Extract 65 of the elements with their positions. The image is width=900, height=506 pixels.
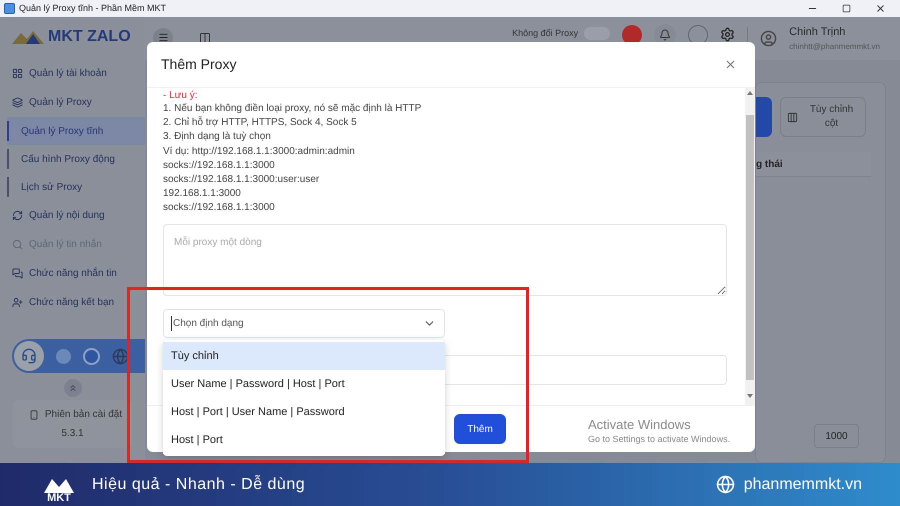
version-number: 5.3.1: [61, 427, 84, 441]
note-line: socks://192.168.1.1:3000: [163, 158, 276, 173]
version-label: Phiên bản cài đặt: [44, 408, 122, 422]
user-name: Chinh Trịnh: [789, 25, 846, 40]
proxy-toggle-label: Không đổi Proxy: [512, 26, 578, 40]
dropdown-option[interactable]: Tùy chỉnh: [163, 342, 445, 370]
sidebar-subitem[interactable]: Cấu hình Proxy động: [9, 152, 115, 166]
add-button[interactable]: Thêm: [454, 414, 506, 444]
note-line: socks://192.168.1.1:3000: [163, 201, 276, 216]
proxy-textarea[interactable]: Mỗi proxy một dòng: [163, 224, 727, 296]
user-avatar-icon: [760, 30, 778, 47]
mountain-logo-icon: [12, 30, 44, 44]
dialog-title: Thêm Proxy: [161, 55, 236, 74]
grid-icon: [12, 68, 23, 79]
maximize-icon[interactable]: [842, 4, 851, 13]
window-title: Quản lý Proxy tĩnh - Phần Mềm MKT: [19, 4, 166, 13]
menu-icon: [158, 32, 168, 43]
chevrons-up-icon: [68, 383, 78, 393]
scrollbar[interactable]: [745, 88, 755, 405]
columns-icon[interactable]: [199, 32, 211, 44]
dropdown-option[interactable]: User Name | Password | Host | Port: [163, 370, 445, 398]
website-link[interactable]: phanmemmkt.vn: [744, 472, 862, 496]
bell-icon[interactable]: [659, 28, 672, 40]
settings-icon[interactable]: [720, 27, 736, 42]
chat-icon: [12, 268, 23, 279]
app-icon: [4, 3, 15, 14]
note-heading: - Lưu ý:: [163, 89, 198, 102]
sidebar-item[interactable]: Quản lý Proxy: [0, 88, 145, 117]
sidebar-item[interactable]: Quản lý tài khoản: [0, 59, 145, 88]
page-size-field[interactable]: 1000: [814, 424, 859, 448]
sidebar-subitem[interactable]: Lịch sử Proxy: [9, 180, 82, 194]
note-line: Ví dụ: http://192.168.1.1:3000:admin:admin: [163, 144, 356, 159]
user-email: chinhtt@phanmemmkt.vn: [789, 40, 880, 53]
globe-icon: [716, 475, 735, 494]
slogan: Hiệu quả - Nhanh - Dễ dùng: [92, 474, 306, 494]
arrows-icon: [12, 210, 23, 221]
customize-columns-button[interactable]: Tùy chỉnh cột: [780, 97, 866, 137]
activation-subtitle: Go to Settings to activate Windows.: [588, 433, 730, 445]
primary-button[interactable]: [756, 97, 772, 137]
note-line: 2. Chỉ hỗ trợ HTTP, HTTPS, Sock 4, Sock 5: [163, 116, 358, 130]
mkt-logo: MKT: [38, 466, 80, 504]
columns-icon: [787, 112, 798, 122]
format-select[interactable]: Chọn định dạng: [163, 308, 445, 338]
mountain-logo-icon: [44, 476, 74, 492]
close-icon[interactable]: [875, 3, 886, 14]
search-icon: [12, 239, 23, 250]
device-icon: [28, 410, 39, 420]
note-line: 192.168.1.1:3000: [163, 187, 242, 202]
note-line: 3. Định dạng là tuỳ chọn: [163, 130, 272, 144]
globe-icon[interactable]: [112, 348, 129, 364]
headset-icon: [21, 348, 37, 364]
collapse-button[interactable]: [64, 379, 82, 397]
user-plus-icon: [12, 297, 23, 308]
note-line: socks://192.168.1.1:3000:user:user: [163, 173, 320, 188]
activation-title: Activate Windows: [588, 417, 692, 433]
sidebar-item[interactable]: Chức năng nhắn tin: [0, 259, 145, 288]
note-line: 1. Nếu bạn không điền loại proxy, nó sẽ mặc định là HTTP: [163, 102, 422, 116]
support-button[interactable]: [14, 341, 44, 371]
dropdown-option[interactable]: Host | Port | User Name | Password: [163, 398, 445, 426]
layers-icon: [12, 97, 23, 108]
sidebar-item[interactable]: Quản lý nội dung: [0, 201, 145, 230]
app-logo: MKT ZALO: [48, 27, 131, 47]
dropdown-option[interactable]: Host | Port: [163, 426, 445, 454]
column-header: g thái: [756, 158, 783, 172]
sidebar-item[interactable]: Chức năng kết bạn: [0, 288, 145, 317]
